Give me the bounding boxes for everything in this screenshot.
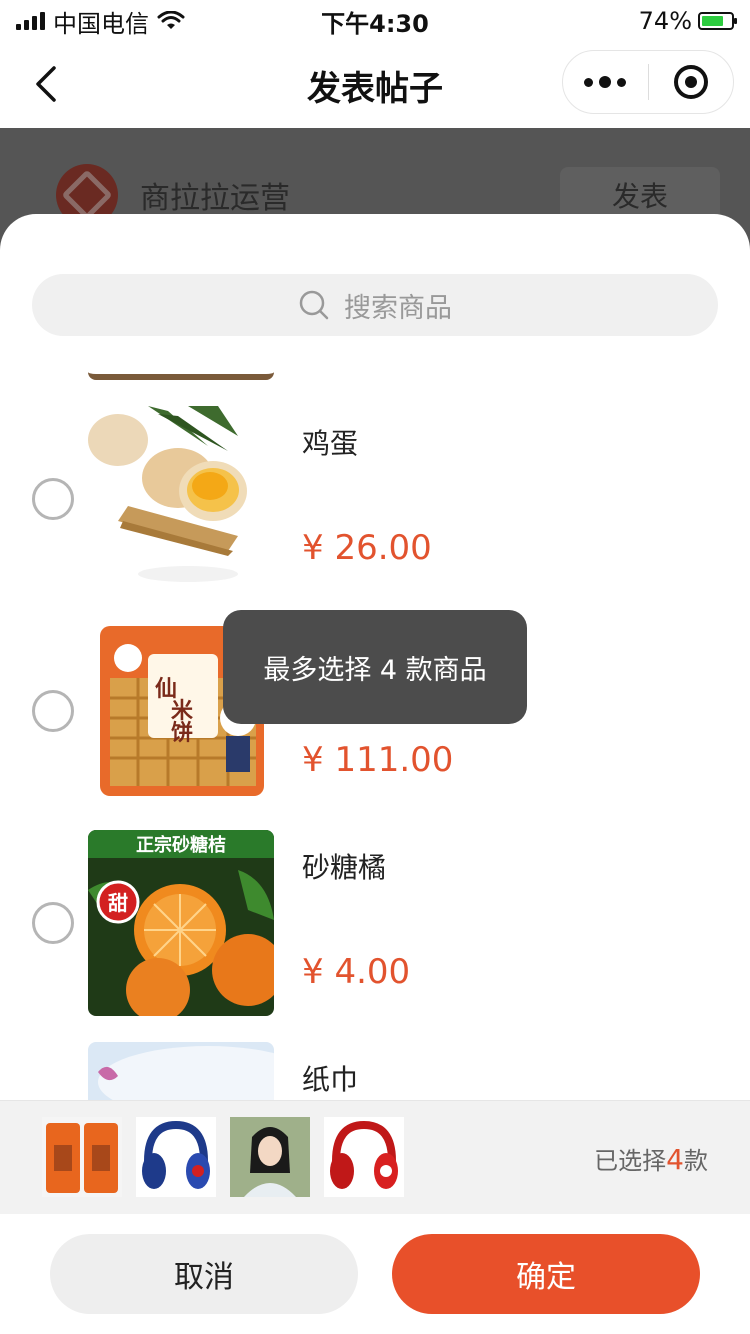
search-input[interactable]: 搜索商品: [32, 274, 718, 336]
product-name: 砂糖橘: [302, 851, 387, 884]
target-circle-icon: [673, 65, 708, 99]
search-icon: [299, 290, 329, 320]
product-name: 纸巾: [302, 1063, 359, 1096]
woman-portrait-image: [230, 1117, 310, 1197]
product-banner-text: 正宗砂糖桔: [136, 834, 226, 856]
selected-thumb[interactable]: [230, 1117, 310, 1197]
cracker-label-char: 饼: [171, 720, 193, 746]
product-name: 鸡蛋: [302, 427, 359, 460]
previous-item-thumb-edge: [88, 350, 274, 380]
orange-tea-boxes-image: [42, 1117, 122, 1197]
list-item[interactable]: 鸡蛋 ¥ 26.00: [0, 406, 750, 592]
carrier-label: 中国电信: [53, 9, 149, 38]
back-button[interactable]: [28, 62, 64, 106]
eggs-image: [88, 406, 274, 592]
selected-thumb[interactable]: [42, 1117, 122, 1197]
product-price: ¥ 4.00: [302, 952, 411, 992]
tissue-image: [88, 1042, 274, 1100]
cancel-button[interactable]: 取消: [50, 1234, 358, 1314]
close-miniprogram-button[interactable]: [649, 51, 734, 113]
product-thumbnail: 正宗砂糖桔 甜: [88, 830, 274, 1016]
list-item[interactable]: 纸巾: [0, 1042, 750, 1100]
battery-fill: [702, 16, 723, 26]
product-price: ¥ 111.00: [302, 740, 454, 780]
product-list[interactable]: 鸡蛋 ¥ 26.00 仙米饼 ¥ 111.00 正宗砂糖桔 甜 砂糖橘 ¥ 4.…: [0, 350, 750, 1100]
status-left: 中国电信: [16, 4, 185, 39]
product-badge-text: 甜: [108, 891, 128, 915]
list-item[interactable]: 正宗砂糖桔 甜 砂糖橘 ¥ 4.00: [0, 830, 750, 1016]
selected-thumb[interactable]: [324, 1117, 404, 1197]
mandarin-oranges-image: 正宗砂糖桔 甜: [88, 830, 274, 1016]
nav-bar: 发表帖子: [0, 42, 750, 128]
select-radio[interactable]: [32, 478, 74, 520]
action-bar: 取消 确定: [0, 1214, 750, 1334]
red-headphones-image: [324, 1117, 404, 1197]
page-title: 发表帖子: [307, 68, 443, 109]
miniprogram-capsule: [562, 50, 734, 114]
chevron-left-icon: [36, 66, 56, 102]
wifi-icon: [157, 11, 185, 29]
toast-message: 最多选择 4 款商品: [223, 610, 527, 724]
confirm-button[interactable]: 确定: [392, 1234, 700, 1314]
select-radio[interactable]: [32, 690, 74, 732]
battery-percent: 74%: [638, 7, 692, 35]
status-right: 74%: [638, 7, 737, 35]
status-bar: 中国电信 下午4:30 74%: [0, 0, 750, 42]
more-dots-icon[interactable]: [563, 51, 648, 113]
product-thumbnail: [88, 1042, 274, 1100]
product-price: ¥ 26.00: [302, 528, 432, 568]
selected-thumb[interactable]: [136, 1117, 216, 1197]
selected-count-number: 4: [666, 1143, 684, 1176]
search-placeholder: 搜索商品: [344, 292, 452, 324]
account-name: 商拉拉运营: [140, 181, 290, 216]
signal-icon: [16, 12, 45, 30]
blue-headphones-image: [136, 1117, 216, 1197]
selected-count-prefix: 已选择: [594, 1147, 667, 1175]
select-radio[interactable]: [32, 902, 74, 944]
battery-icon: [698, 12, 737, 30]
selected-count: 已选择4款: [594, 1141, 708, 1176]
product-thumbnail: [88, 406, 274, 592]
selected-count-suffix: 款: [684, 1147, 708, 1175]
selected-products-bar: 已选择4款: [0, 1100, 750, 1214]
